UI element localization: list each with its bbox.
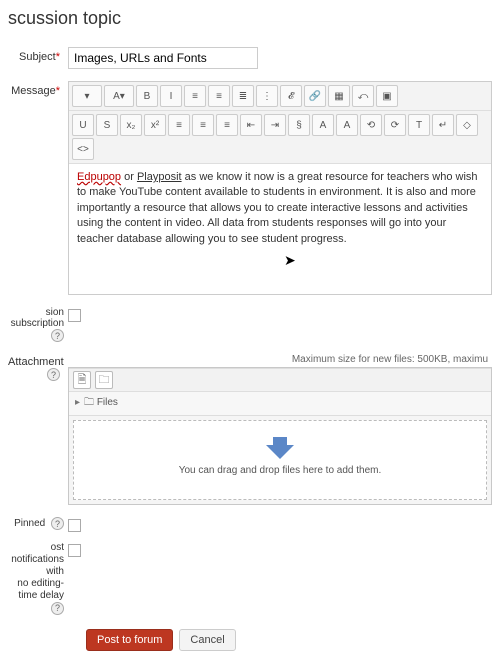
media-icon[interactable]: ⤺ [352, 85, 374, 107]
help-icon[interactable]: ? [51, 602, 64, 615]
download-arrow-icon [266, 445, 294, 459]
embed-icon[interactable]: ▣ [376, 85, 398, 107]
chevron-down-icon: ▸ [75, 397, 80, 408]
subject-input[interactable] [68, 47, 258, 69]
bgcolor-icon[interactable]: A [336, 114, 358, 136]
list-ol-icon[interactable]: ≡ [208, 85, 230, 107]
page-title: scussion topic [8, 8, 492, 29]
font-icon[interactable]: A▾ [104, 85, 134, 107]
pinned-checkbox[interactable] [68, 519, 81, 532]
align-icon[interactable]: ≣ [232, 85, 254, 107]
message-textarea[interactable]: Edpupop or Playposit as we know it now i… [69, 164, 491, 294]
align-right-icon[interactable]: ≡ [216, 114, 238, 136]
html-icon[interactable]: <> [72, 138, 94, 160]
subject-label: Subject* [8, 47, 68, 69]
special-icon[interactable]: § [288, 114, 310, 136]
image-icon[interactable]: ▦ [328, 85, 350, 107]
dropzone-text: You can drag and drop files here to add … [179, 465, 382, 476]
superscript-icon[interactable]: x² [144, 114, 166, 136]
new-folder-icon[interactable]: 🗀 [95, 371, 113, 389]
more-icon[interactable]: ⋮ [256, 85, 278, 107]
strike-icon[interactable]: S [96, 114, 118, 136]
notify-checkbox[interactable] [68, 544, 81, 557]
clear-icon[interactable]: T [408, 114, 430, 136]
bold-icon[interactable]: B [136, 85, 158, 107]
cancel-button[interactable]: Cancel [179, 629, 235, 651]
attachment-hint: Maximum size for new files: 500KB, maxim… [68, 352, 492, 367]
subscription-label: sion subscription ? [8, 307, 68, 342]
underline-icon[interactable]: U [72, 114, 94, 136]
files-breadcrumb[interactable]: ▸🗀 Files [69, 392, 491, 416]
textcolor-icon[interactable]: A [312, 114, 334, 136]
subscription-checkbox[interactable] [68, 309, 81, 322]
align-left-icon[interactable]: ≡ [168, 114, 190, 136]
editor-toolbar-row-1: ▾ A▾ B I ≡ ≡ ≣ ⋮ 𝓔 🔗 ▦ ⤺ ▣ [69, 82, 491, 111]
help-icon[interactable]: ? [51, 329, 64, 342]
pinned-label: Pinned ? [8, 517, 68, 530]
list-ul-icon[interactable]: ≡ [184, 85, 206, 107]
post-to-forum-button[interactable]: Post to forum [86, 629, 173, 651]
paragraph-icon[interactable]: ▾ [72, 85, 102, 107]
help-icon[interactable]: ? [47, 368, 60, 381]
align-center-icon[interactable]: ≡ [192, 114, 214, 136]
link-icon[interactable]: 🔗 [304, 85, 326, 107]
italic-icon[interactable]: I [160, 85, 182, 107]
file-picker: 🗎 🗀 ▸🗀 Files You can drag and drop files… [68, 367, 492, 505]
rtl-icon[interactable]: ↵ [432, 114, 454, 136]
add-file-icon[interactable]: 🗎 [73, 371, 91, 389]
fullscreen-icon[interactable]: ◇ [456, 114, 478, 136]
equation-icon[interactable]: 𝓔 [280, 85, 302, 107]
attachment-label: Attachment ? [8, 352, 68, 505]
rich-text-editor: ▾ A▾ B I ≡ ≡ ≣ ⋮ 𝓔 🔗 ▦ ⤺ ▣ U S x₂ x² ≡ ≡ [68, 81, 492, 295]
outdent-icon[interactable]: ⇤ [240, 114, 262, 136]
help-icon[interactable]: ? [51, 517, 64, 530]
undo-icon[interactable]: ⟲ [360, 114, 382, 136]
editor-toolbar-row-2: U S x₂ x² ≡ ≡ ≡ ⇤ ⇥ § A A ⟲ ⟳ T ↵ ◇ <> [69, 111, 491, 164]
indent-icon[interactable]: ⇥ [264, 114, 286, 136]
notify-label: ost notifications withno editing-time de… [8, 542, 68, 615]
file-dropzone[interactable]: You can drag and drop files here to add … [73, 420, 487, 500]
redo-icon[interactable]: ⟳ [384, 114, 406, 136]
subscript-icon[interactable]: x₂ [120, 114, 142, 136]
message-label: Message* [8, 81, 68, 295]
